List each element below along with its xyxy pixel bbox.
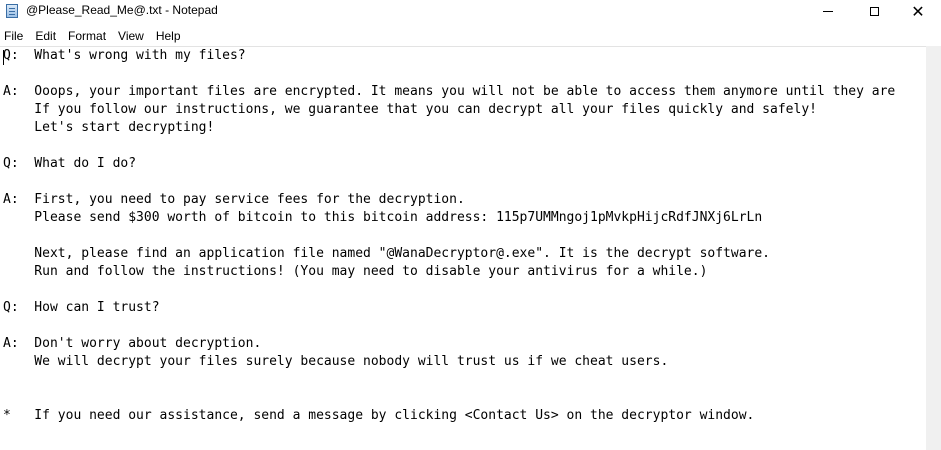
title-bar[interactable]: @Please_Read_Me@.txt - Notepad ✕ [0, 0, 941, 23]
menu-help[interactable]: Help [150, 27, 187, 45]
menu-file[interactable]: File [0, 27, 29, 45]
document-text[interactable]: Q: What's wrong with my files? A: Ooops,… [0, 47, 926, 425]
maximize-icon [869, 7, 879, 16]
vertical-scrollbar[interactable] [926, 46, 941, 450]
maximize-button[interactable] [851, 0, 897, 23]
menu-bar: File Edit Format View Help [0, 27, 187, 45]
close-button[interactable]: ✕ [895, 0, 941, 23]
minimize-button[interactable] [805, 0, 851, 23]
window-title: @Please_Read_Me@.txt - Notepad [26, 3, 218, 17]
text-caret [3, 50, 4, 65]
text-editor[interactable]: Q: What's wrong with my files? A: Ooops,… [0, 46, 926, 450]
close-icon: ✕ [911, 1, 925, 21]
notepad-icon [6, 4, 18, 18]
menu-view[interactable]: View [112, 27, 150, 45]
menu-format[interactable]: Format [62, 27, 112, 45]
menu-edit[interactable]: Edit [29, 27, 62, 45]
minimize-icon [823, 11, 833, 12]
